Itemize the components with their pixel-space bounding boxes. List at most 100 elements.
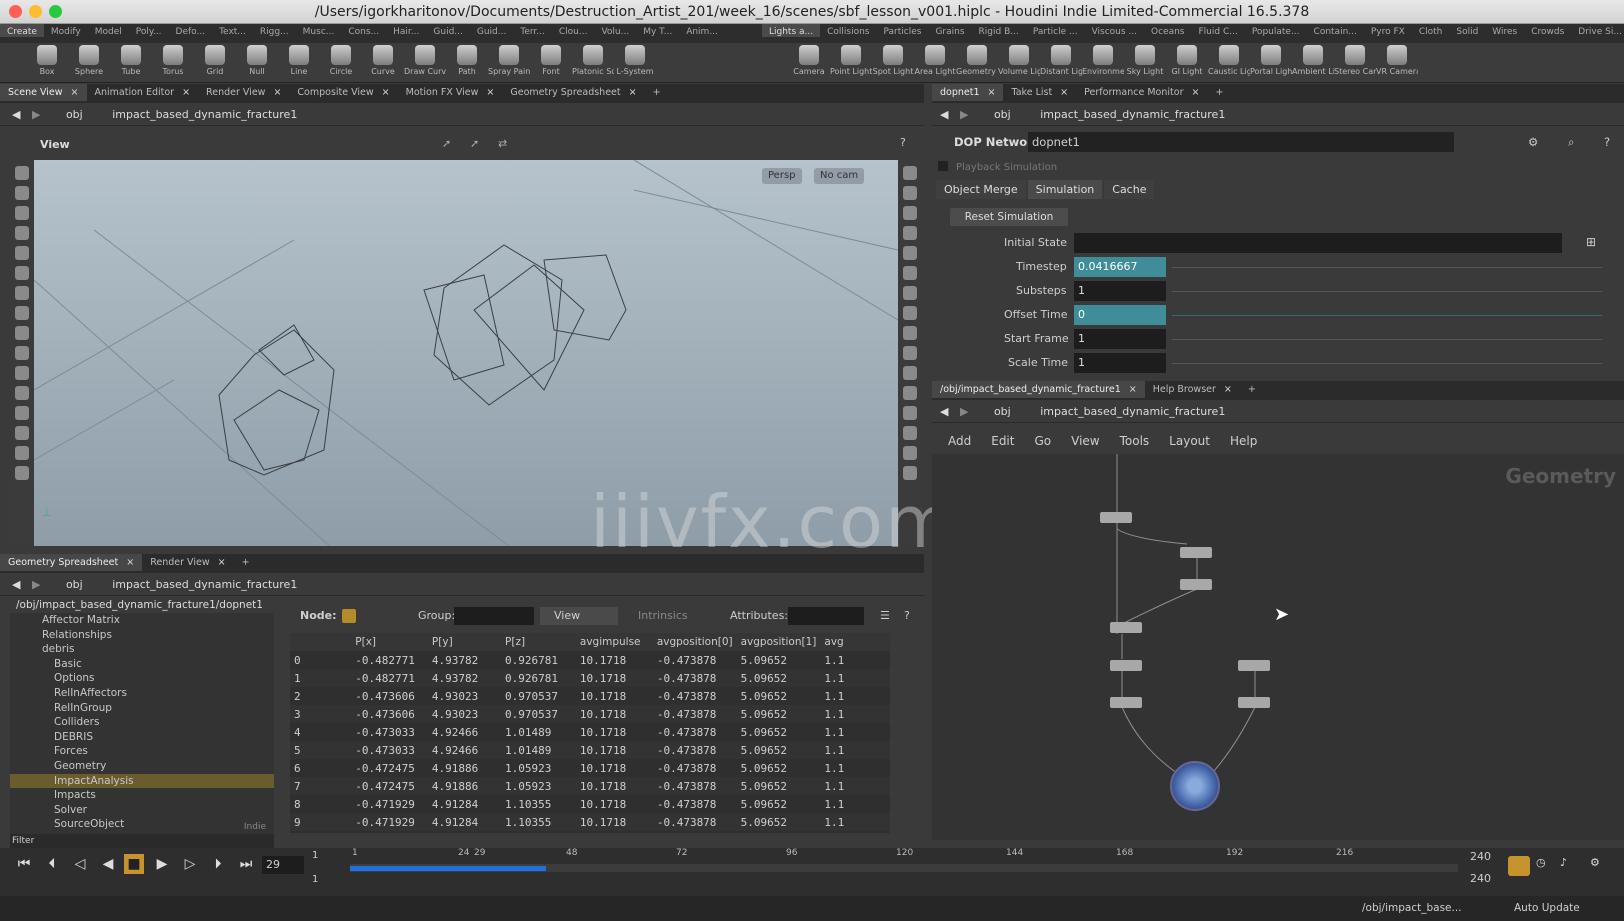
- shelf-tool-camera[interactable]: Camera: [788, 43, 830, 76]
- add-tab-icon[interactable]: +: [645, 84, 669, 101]
- play-button[interactable]: ▶: [152, 854, 172, 874]
- shelf-tab[interactable]: Create: [0, 24, 44, 37]
- pane-tab[interactable]: Performance Monitor ×: [1076, 84, 1207, 101]
- menu-go[interactable]: Go: [1034, 434, 1051, 448]
- table-row[interactable]: 1 -0.482771 4.93782 0.926781 10.1718 -0.47387…: [290, 669, 890, 687]
- shelf-tab[interactable]: Pyro FX: [1364, 24, 1412, 37]
- table-row[interactable]: 10-0.4799614.908791.1485010.1718-0.47387…: [290, 831, 890, 833]
- shelf-tool-box[interactable]: Box: [26, 43, 68, 76]
- column-header[interactable]: avgimpulse: [575, 633, 653, 651]
- step-back-button[interactable]: ⏴: [42, 854, 62, 874]
- table-row[interactable]: 6 -0.472475 4.91886 1.05923 10.1718 -0.473878…: [290, 759, 890, 777]
- start-frame-slider[interactable]: [1172, 339, 1602, 340]
- viewer-tool-icon[interactable]: [15, 346, 29, 360]
- table-row[interactable]: 7 -0.472475 4.91886 1.05923 10.1718 -0.473878…: [290, 777, 890, 795]
- viewer-tool-icon[interactable]: [903, 206, 917, 220]
- tree-item[interactable]: Forces: [10, 744, 274, 759]
- shelf-tab[interactable]: Volu...: [594, 24, 636, 37]
- timestep-slider[interactable]: [1172, 267, 1602, 268]
- step-forward-button[interactable]: ⏵: [208, 854, 228, 874]
- close-window-button[interactable]: [9, 5, 22, 18]
- tree-item[interactable]: ImpactAnalysis: [10, 773, 274, 789]
- next-key-button[interactable]: ▷: [180, 854, 200, 874]
- path-node[interactable]: impact_based_dynamic_fracture1: [112, 104, 297, 126]
- tree-item[interactable]: Impacts: [10, 788, 274, 803]
- viewer-tool-icon[interactable]: [903, 346, 917, 360]
- shelf-tab[interactable]: Defo...: [169, 24, 213, 37]
- settings-icon[interactable]: ⚙: [1590, 856, 1600, 869]
- tree-item[interactable]: RelInGroup: [10, 701, 274, 716]
- shelf-tab[interactable]: Guid...: [426, 24, 469, 37]
- viewer-tool-icon[interactable]: [903, 226, 917, 240]
- shelf-tab[interactable]: Particle ...: [1026, 24, 1085, 37]
- play-reverse-button[interactable]: ◀: [98, 854, 118, 874]
- back-arrow-icon[interactable]: ◀: [940, 108, 948, 121]
- shelf-tool-draw-curve[interactable]: Draw Curve: [404, 43, 446, 76]
- start-frame-b[interactable]: 1: [312, 874, 318, 885]
- help-icon[interactable]: ?: [900, 136, 906, 149]
- scale-time-field[interactable]: 1: [1074, 353, 1166, 373]
- viewer-tool-icon[interactable]: [903, 406, 917, 420]
- pane-tab[interactable]: /obj/impact_based_dynamic_fracture1 ×: [932, 381, 1145, 398]
- jump-end-button[interactable]: ⏭: [236, 854, 256, 874]
- viewer-tool-icon[interactable]: [15, 446, 29, 460]
- network-node[interactable]: [1100, 512, 1132, 523]
- shelf-tab[interactable]: Rigid B...: [972, 24, 1026, 37]
- prev-key-button[interactable]: ◁: [70, 854, 90, 874]
- tree-item[interactable]: Colliders: [10, 715, 274, 730]
- shelf-tool-ambient-light[interactable]: Ambient Light: [1292, 43, 1334, 76]
- close-icon[interactable]: ×: [1060, 87, 1068, 98]
- shelf-tool-point-light[interactable]: Point Light: [830, 43, 872, 76]
- pane-tab[interactable]: Help Browser ×: [1145, 381, 1240, 398]
- network-node[interactable]: [1110, 622, 1142, 633]
- tree-item[interactable]: Basic: [10, 657, 274, 672]
- network-node[interactable]: [1180, 579, 1212, 590]
- shelf-tool-torus[interactable]: Torus: [152, 43, 194, 76]
- menu-icon[interactable]: ☰: [880, 603, 890, 629]
- geometry-spreadsheet[interactable]: P[x] P[y] P[z] avgimpulse avgposition[0] avgp…: [290, 633, 890, 833]
- path-root[interactable]: obj: [994, 104, 1011, 126]
- playback-checkbox[interactable]: [938, 161, 948, 171]
- shelf-tab[interactable]: Wires: [1485, 24, 1524, 37]
- transform-tool-icon[interactable]: ➚: [470, 137, 479, 150]
- menu-layout[interactable]: Layout: [1169, 434, 1210, 448]
- shelf-tool-sphere[interactable]: Sphere: [68, 43, 110, 76]
- viewer-tool-icon[interactable]: [903, 306, 917, 320]
- shelf-tool-stereo-camera[interactable]: Stereo Camera: [1334, 43, 1376, 76]
- playback-toggle[interactable]: Playback Simulation: [938, 160, 1338, 176]
- shelf-tab[interactable]: Cons...: [341, 24, 386, 37]
- path-node[interactable]: impact_based_dynamic_fracture1: [112, 574, 297, 596]
- back-arrow-icon[interactable]: ◀: [940, 405, 948, 418]
- close-icon[interactable]: ×: [218, 557, 226, 568]
- shelf-tab[interactable]: Cloth: [1412, 24, 1450, 37]
- shelf-tool-portal-light[interactable]: Portal Light: [1250, 43, 1292, 76]
- close-icon[interactable]: ×: [1129, 384, 1137, 395]
- table-row[interactable]: 9 -0.471929 4.91284 1.10355 10.1718 -0.473878…: [290, 813, 890, 831]
- start-frame-a[interactable]: 1: [312, 850, 318, 861]
- pane-tab[interactable]: Take List ×: [1003, 84, 1076, 101]
- viewer-tool-icon[interactable]: [903, 186, 917, 200]
- shelf-tab[interactable]: Guid...: [470, 24, 513, 37]
- menu-edit[interactable]: Edit: [991, 434, 1014, 448]
- shelf-tab[interactable]: Collisions: [820, 24, 876, 37]
- shelf-tab[interactable]: Hair...: [386, 24, 426, 37]
- shelf-tool-vr-camera[interactable]: VR Camera: [1376, 43, 1418, 76]
- network-node[interactable]: [1180, 547, 1212, 558]
- scale-time-slider[interactable]: [1172, 363, 1602, 364]
- tree-item[interactable]: Relationships: [10, 628, 274, 643]
- camera-menu-button[interactable]: No cam: [814, 168, 865, 184]
- viewer-tool-icon[interactable]: [15, 206, 29, 220]
- shelf-tool-area-light[interactable]: Area Light: [914, 43, 956, 76]
- table-row[interactable]: 0 -0.482771 4.93782 0.926781 10.1718 -0.47387…: [290, 651, 890, 669]
- shelf-tool-circle[interactable]: Circle: [320, 43, 362, 76]
- shelf-tab[interactable]: Solid: [1449, 24, 1485, 37]
- shelf-tool-tube[interactable]: Tube: [110, 43, 152, 76]
- close-icon[interactable]: ×: [1224, 384, 1232, 395]
- close-icon[interactable]: ×: [71, 87, 79, 98]
- tree-item[interactable]: Affector Matrix: [10, 613, 274, 628]
- start-frame-field[interactable]: 1: [1074, 329, 1166, 349]
- viewer-tool-icon[interactable]: [903, 166, 917, 180]
- shelf-tool-distant-light[interactable]: Distant Light: [1040, 43, 1082, 76]
- pane-tab[interactable]: Animation Editor ×: [87, 84, 199, 101]
- close-icon[interactable]: ×: [126, 557, 134, 568]
